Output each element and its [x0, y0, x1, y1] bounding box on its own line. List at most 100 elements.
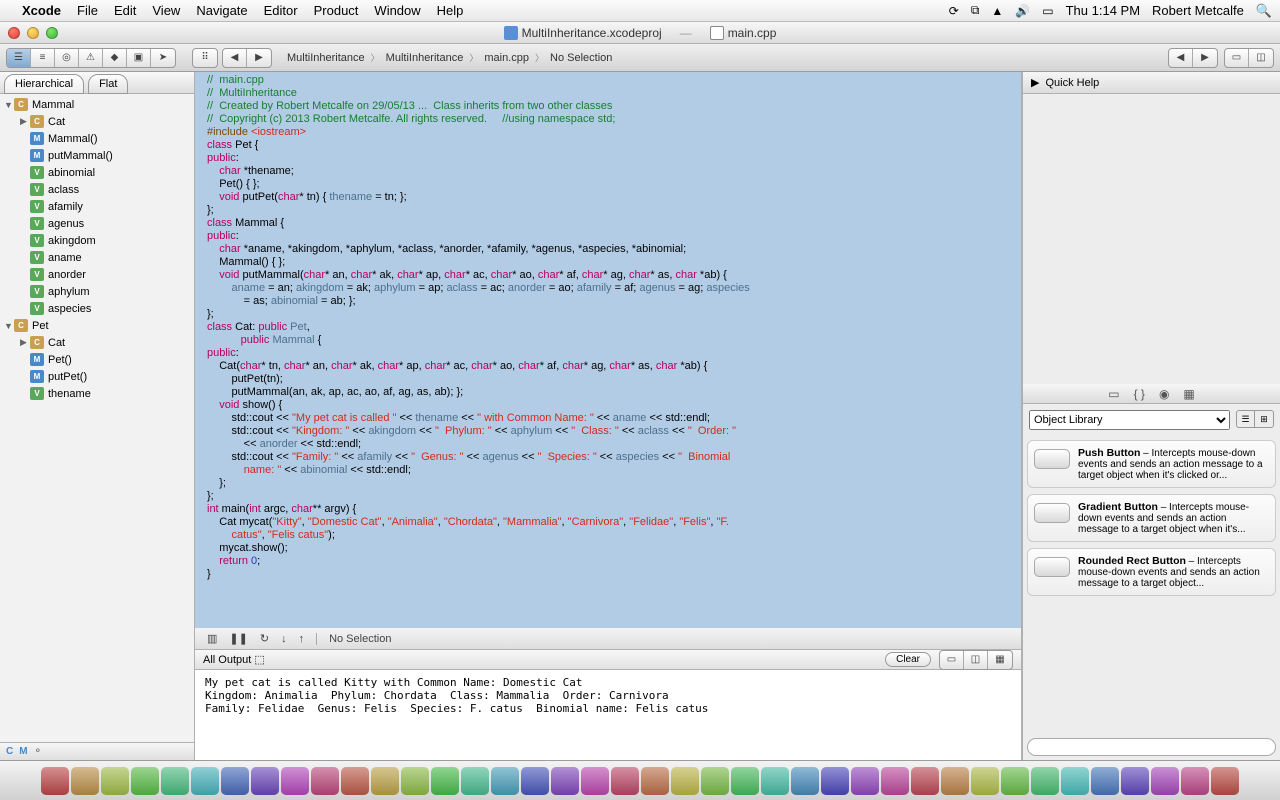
breadcrumb-item[interactable]: MultiInheritance [284, 52, 368, 64]
dock-app-icon[interactable] [611, 767, 639, 795]
hide-debug-icon[interactable]: ▥ [207, 632, 217, 645]
dock-app-icon[interactable] [761, 767, 789, 795]
tree-row[interactable]: ▼CMammal [0, 96, 194, 113]
dock-app-icon[interactable] [1211, 767, 1239, 795]
close-button[interactable] [8, 27, 20, 39]
symbol-tree[interactable]: ▼CMammal▶CCatMMammal()MputMammal()Vabino… [0, 94, 194, 742]
console-view-2[interactable]: ◫ [964, 651, 988, 669]
zoom-button[interactable] [46, 27, 58, 39]
dock-app-icon[interactable] [731, 767, 759, 795]
dock-app-icon[interactable] [971, 767, 999, 795]
dock-app-icon[interactable] [851, 767, 879, 795]
prev-issue[interactable]: ◀ [1169, 49, 1193, 67]
tree-row[interactable]: MPet() [0, 351, 194, 368]
library-item[interactable]: Rounded Rect Button – Intercepts mouse-d… [1027, 548, 1276, 596]
next-issue[interactable]: ▶ [1193, 49, 1217, 67]
clock[interactable]: Thu 1:14 PM [1066, 3, 1140, 18]
tree-row[interactable]: ▼CPet [0, 317, 194, 334]
dock-app-icon[interactable] [401, 767, 429, 795]
dock-app-icon[interactable] [1031, 767, 1059, 795]
dock-app-icon[interactable] [431, 767, 459, 795]
tree-row[interactable]: Vaclass [0, 181, 194, 198]
forward-button[interactable]: ▶ [247, 49, 271, 67]
user-menu[interactable]: Robert Metcalfe [1152, 3, 1244, 18]
tree-row[interactable]: ▶CCat [0, 334, 194, 351]
dock-app-icon[interactable] [191, 767, 219, 795]
tree-row[interactable]: Vaphylum [0, 283, 194, 300]
back-button[interactable]: ◀ [223, 49, 247, 67]
grid-view-icon[interactable]: ⊞ [1255, 411, 1273, 427]
breadcrumb-item[interactable]: No Selection [547, 52, 615, 64]
step-out-button[interactable]: ↑ [299, 633, 305, 645]
code-editor[interactable]: // main.cpp// MultiInheritance// Created… [195, 72, 1021, 628]
dock-app-icon[interactable] [791, 767, 819, 795]
dock-app-icon[interactable] [911, 767, 939, 795]
dock-app-icon[interactable] [341, 767, 369, 795]
library-search[interactable] [1027, 738, 1276, 756]
dock-app-icon[interactable] [641, 767, 669, 795]
pause-button[interactable]: ❚❚ [229, 632, 247, 645]
dock-app-icon[interactable] [671, 767, 699, 795]
dock-app-icon[interactable] [311, 767, 339, 795]
menu-view[interactable]: View [152, 3, 180, 18]
menu-navigate[interactable]: Navigate [196, 3, 247, 18]
list-view-icon[interactable]: ☰ [1237, 411, 1255, 427]
library-item[interactable]: Push Button – Intercepts mouse-down even… [1027, 440, 1276, 488]
nav-tab-7[interactable]: ➤ [151, 49, 175, 67]
dock-app-icon[interactable] [1001, 767, 1029, 795]
dock-app-icon[interactable] [521, 767, 549, 795]
tree-row[interactable]: MMammal() [0, 130, 194, 147]
tab-hierarchical[interactable]: Hierarchical [4, 74, 84, 94]
tree-row[interactable]: ▶CCat [0, 113, 194, 130]
dock-app-icon[interactable] [1181, 767, 1209, 795]
nav-tab-3[interactable]: ◎ [55, 49, 79, 67]
library-item[interactable]: Gradient Button – Intercepts mouse-down … [1027, 494, 1276, 542]
tree-row[interactable]: Vagenus [0, 215, 194, 232]
nav-tab-6[interactable]: ▣ [127, 49, 151, 67]
timemachine-icon[interactable]: ⟳ [949, 4, 959, 18]
nav-tab-1[interactable]: ☰ [7, 49, 31, 67]
breadcrumb-item[interactable]: MultiInheritance [383, 52, 467, 64]
dock[interactable] [0, 760, 1280, 800]
filter-search-icon[interactable]: ⚬ [34, 746, 42, 757]
dock-app-icon[interactable] [701, 767, 729, 795]
console-view-1[interactable]: ▭ [940, 651, 964, 669]
code-snippet-tab[interactable]: { } [1134, 387, 1145, 401]
tree-row[interactable]: Vaspecies [0, 300, 194, 317]
dock-app-icon[interactable] [821, 767, 849, 795]
tree-row[interactable]: Vafamily [0, 198, 194, 215]
tree-row[interactable]: Vanorder [0, 266, 194, 283]
dock-app-icon[interactable] [101, 767, 129, 795]
dock-app-icon[interactable] [221, 767, 249, 795]
breadcrumb-item[interactable]: main.cpp [481, 52, 532, 64]
disclosure-icon[interactable]: ▶ [1031, 76, 1039, 89]
dock-app-icon[interactable] [1151, 767, 1179, 795]
file-template-tab[interactable]: ▭ [1108, 387, 1119, 401]
dock-app-icon[interactable] [461, 767, 489, 795]
media-library-tab[interactable]: ▦ [1183, 387, 1194, 401]
nav-tab-2[interactable]: ≡ [31, 49, 55, 67]
tree-row[interactable]: Vthename [0, 385, 194, 402]
bluetooth-icon[interactable]: ⧉ [971, 3, 980, 18]
nav-tab-5[interactable]: ◆ [103, 49, 127, 67]
menu-window[interactable]: Window [374, 3, 420, 18]
menu-editor[interactable]: Editor [264, 3, 298, 18]
dock-app-icon[interactable] [71, 767, 99, 795]
console-filter[interactable]: All Output ⬚ [203, 653, 265, 666]
step-over-button[interactable]: ↻ [260, 632, 269, 645]
battery-icon[interactable]: ▭ [1042, 4, 1053, 18]
dock-app-icon[interactable] [251, 767, 279, 795]
dock-app-icon[interactable] [161, 767, 189, 795]
dock-app-icon[interactable] [131, 767, 159, 795]
filter-m-icon[interactable]: M [19, 746, 27, 757]
minimize-button[interactable] [27, 27, 39, 39]
volume-icon[interactable]: 🔊 [1015, 4, 1030, 18]
dock-app-icon[interactable] [491, 767, 519, 795]
inspector-tab-2[interactable]: ◫ [1249, 49, 1273, 67]
dock-app-icon[interactable] [941, 767, 969, 795]
menu-file[interactable]: File [77, 3, 98, 18]
filter-c-icon[interactable]: C [6, 746, 13, 757]
menu-product[interactable]: Product [314, 3, 359, 18]
tree-row[interactable]: MputMammal() [0, 147, 194, 164]
spotlight-icon[interactable]: 🔍 [1256, 3, 1272, 19]
